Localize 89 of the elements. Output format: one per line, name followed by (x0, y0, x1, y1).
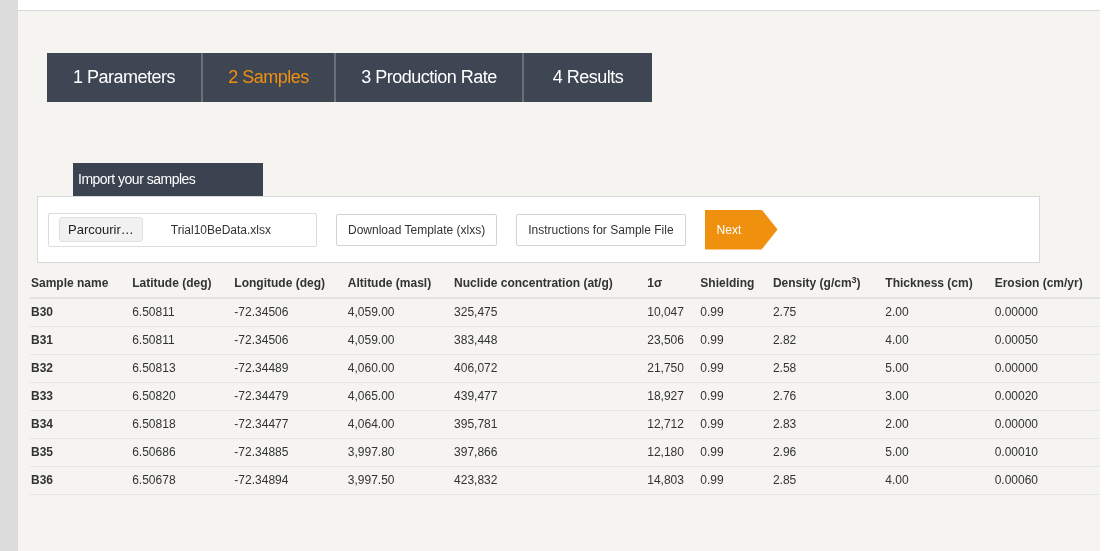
table-cell: 2.76 (772, 389, 797, 403)
table-cell: 4,059.00 (347, 305, 395, 320)
table-cell: 4,064.00 (347, 417, 395, 431)
step-tab[interactable]: 2 Samples (203, 53, 336, 102)
table-cell: 0.00050 (994, 333, 1039, 347)
column-header: Thickness (cm) (885, 276, 973, 290)
step-tab[interactable]: 4 Results (524, 53, 652, 102)
table-cell: B31 (31, 333, 53, 347)
table-cell: 2.00 (885, 305, 909, 320)
table-cell: 0.00000 (994, 305, 1039, 320)
panel-button[interactable]: Instructions for Sample File (516, 213, 686, 246)
table-cell: 0.99 (700, 473, 724, 487)
table-cell: 6.50818 (132, 417, 176, 431)
table-cell: 5.00 (885, 361, 909, 375)
table-cell: 325,475 (454, 305, 498, 320)
table-cell: 23,506 (647, 333, 684, 347)
browse-button[interactable]: Parcourir… (59, 216, 143, 243)
table-cell: 423,832 (454, 473, 498, 487)
column-header: Erosion (cm/yr) (994, 276, 1083, 290)
table-cell: 0.99 (700, 333, 724, 347)
column-header: Altitude (masl) (347, 276, 432, 290)
table-cell: 21,750 (647, 361, 684, 375)
table-cell: -72.34489 (234, 361, 289, 375)
table-cell: B30 (31, 305, 53, 320)
table-cell: -72.34479 (234, 389, 289, 403)
column-header: Latitude (deg) (132, 276, 212, 290)
table-cell: -72.34477 (234, 417, 289, 431)
column-header: Nuclide concentration (at/g) (454, 276, 613, 290)
table-cell: B32 (31, 361, 53, 375)
table-cell: 3,997.80 (347, 445, 395, 459)
column-header: Longitude (deg) (234, 276, 325, 290)
table-cell: 6.50678 (132, 473, 176, 487)
table-cell: 3.00 (885, 389, 909, 403)
table-cell: 0.99 (700, 417, 724, 431)
table-cell: 4.00 (885, 333, 909, 347)
table-cell: 3,997.50 (347, 473, 395, 487)
table-cell: 6.50820 (132, 389, 176, 403)
table-cell: 0.00060 (994, 473, 1039, 487)
column-header: Density (g/cm$^{3}$) (772, 276, 861, 290)
table-cell: 0.00000 (994, 417, 1039, 431)
table-cell: 6.50813 (132, 361, 176, 375)
table-cell: 2.96 (772, 445, 797, 459)
table-cell: -72.34506 (234, 305, 289, 320)
table-cell: 0.99 (700, 445, 724, 459)
table-cell: 4,065.00 (347, 389, 395, 403)
table-cell: 2.58 (772, 361, 797, 375)
table-cell: 397,866 (454, 445, 498, 459)
table-cell: -72.34885 (234, 445, 289, 459)
step-tab[interactable]: 1 Parameters (47, 53, 203, 102)
table-cell: 0.00000 (994, 361, 1039, 375)
table-cell: 0.99 (700, 361, 724, 375)
table-cell: 383,448 (454, 333, 498, 347)
column-header: Shielding (700, 276, 755, 290)
table-cell: 4,060.00 (347, 361, 395, 375)
table-cell: 0.99 (700, 305, 724, 320)
table-cell: 6.50686 (132, 445, 176, 459)
table-cell: 439,477 (454, 389, 498, 403)
table-cell: 395,781 (454, 417, 498, 431)
table-cell: 4.00 (885, 473, 909, 487)
table-cell: 2.82 (772, 333, 797, 347)
file-name: Trial10BeData.xlsx (170, 221, 271, 239)
table-cell: 2.83 (772, 417, 797, 431)
table-cell: 0.00020 (994, 389, 1039, 403)
table-cell: 0.00010 (994, 445, 1039, 459)
table-cell: B34 (31, 417, 53, 431)
column-header: Sample name (31, 276, 109, 290)
table-cell: B33 (31, 389, 53, 403)
panel-button[interactable]: Download Template (xlxs) (336, 213, 498, 246)
table-cell: 18,927 (647, 389, 684, 403)
file-input[interactable]: Parcourir… Trial10BeData.xlsx (48, 212, 317, 247)
table-cell: 2.00 (885, 417, 909, 431)
table-cell: 6.50811 (132, 305, 175, 320)
column-header: 1σ (647, 276, 663, 290)
table-cell: 406,072 (454, 361, 498, 375)
table-cell: 10,047 (647, 305, 684, 320)
table-cell: 6.50811 (132, 333, 175, 347)
table-cell: 12,712 (647, 417, 684, 431)
table-cell: 2.85 (772, 473, 797, 487)
table-cell: -72.34506 (234, 333, 289, 347)
table-cell: -72.34894 (234, 473, 289, 487)
table-cell: 2.75 (772, 305, 797, 320)
table-cell: 0.99 (700, 389, 724, 403)
table-cell: B35 (31, 445, 53, 459)
table-cell: 14,803 (647, 473, 684, 487)
table-cell: B36 (31, 473, 53, 487)
table-cell: 4,059.00 (347, 333, 395, 347)
table-cell: 12,180 (647, 445, 684, 459)
table-cell: 5.00 (885, 445, 909, 459)
step-tab[interactable]: 3 Production Rate (336, 53, 524, 102)
